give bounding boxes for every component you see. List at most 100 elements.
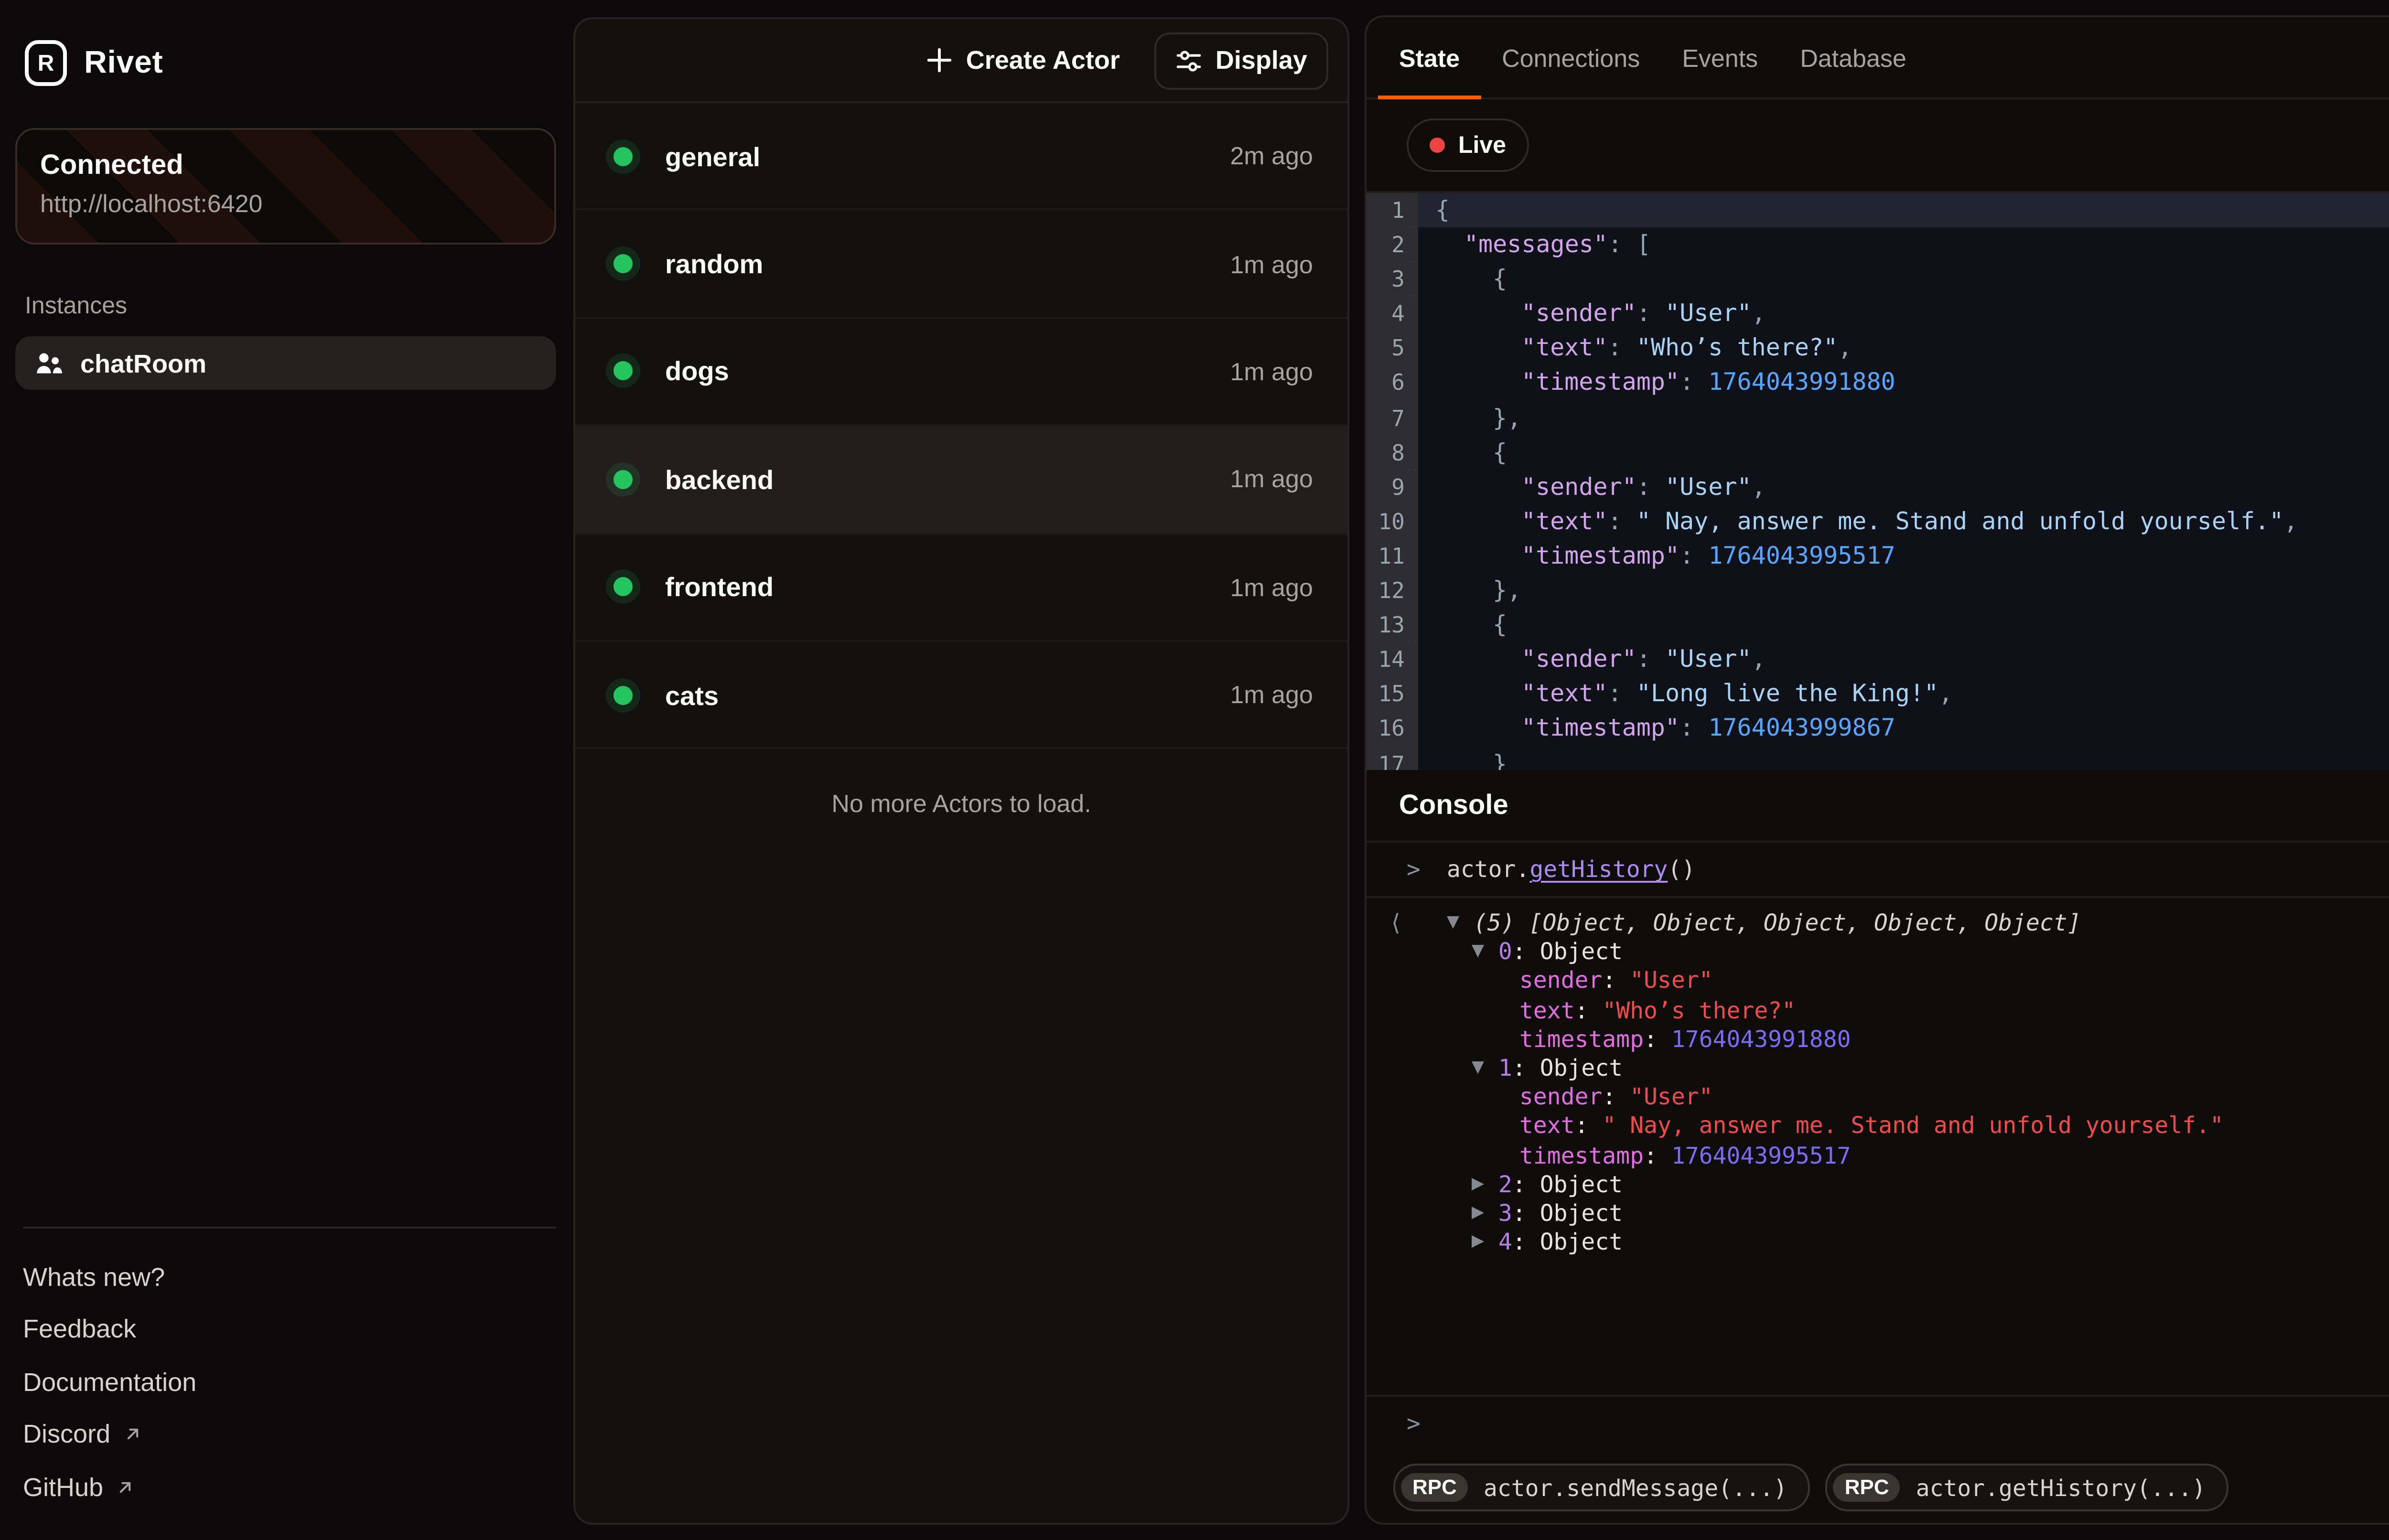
console-entry-0[interactable]: ▼0: Object: [1367, 939, 2389, 968]
code-text: {: [1418, 262, 2389, 297]
line-number[interactable]: 17: [1367, 746, 1418, 770]
triangle-right-icon[interactable]: ▶: [1472, 1229, 1489, 1258]
sidebar-link-github[interactable]: GitHub: [23, 1461, 556, 1513]
console-command-row: > actor.getHistory(): [1367, 843, 2389, 898]
actor-row-frontend[interactable]: frontend1m ago: [575, 534, 1347, 642]
rpc-label: actor.getHistory(...): [1916, 1474, 2206, 1501]
code-line: 11"timestamp": 1764043995517: [1367, 539, 2389, 573]
code-text: "text": "Who’s there?",: [1418, 332, 2389, 366]
triangle-down-icon[interactable]: ▼: [1447, 909, 1464, 939]
console-property: timestamp: 1764043995517: [1367, 1142, 2389, 1171]
console-output[interactable]: ⟨ ▼ (5) [Object, Object, Object, Object,…: [1367, 898, 2389, 1397]
token-pun: {: [1435, 195, 1450, 224]
entry-index: 3: [1498, 1200, 1512, 1229]
command-segment: actor.: [1447, 856, 1529, 883]
display-button[interactable]: Display: [1154, 32, 1328, 89]
sidebar-link-label: Discord: [23, 1420, 110, 1449]
line-number[interactable]: 3›: [1367, 262, 1418, 297]
line-number[interactable]: 7: [1367, 400, 1418, 435]
token-key: "timestamp": [1521, 541, 1679, 569]
status-dot-icon: [613, 362, 633, 381]
tab-database[interactable]: Database: [1779, 17, 1927, 97]
console-input-prompt[interactable]: >: [1367, 1410, 2389, 1437]
token-key: "messages": [1464, 229, 1608, 258]
live-badge[interactable]: Live: [1407, 118, 1529, 172]
actor-row-backend[interactable]: backend1m ago: [575, 427, 1347, 535]
inspector-tabs: StateConnectionsEventsDatabase Running: [1367, 17, 2389, 99]
token-pun: ,: [2284, 506, 2298, 535]
actor-last-seen: 1m ago: [1230, 573, 1313, 601]
live-label: Live: [1458, 132, 1506, 159]
line-number[interactable]: 10: [1367, 504, 1418, 538]
sidebar-link-documentation[interactable]: Documentation: [23, 1356, 556, 1408]
triangle-right-icon[interactable]: ▶: [1472, 1171, 1489, 1200]
property-key: timestamp: [1519, 1142, 1644, 1171]
code-text: "messages": [: [1418, 227, 2389, 262]
line-number[interactable]: 8›: [1367, 435, 1418, 470]
console-entry-4[interactable]: ▶4: Object: [1367, 1229, 2389, 1258]
console-entry-1[interactable]: ▼1: Object: [1367, 1055, 2389, 1084]
line-number[interactable]: 12: [1367, 573, 1418, 608]
code-line: 1› {: [1367, 193, 2389, 227]
line-number[interactable]: 13›: [1367, 608, 1418, 642]
sidebar-link-label: Whats new?: [23, 1262, 165, 1291]
token-num: 1764043991880: [1708, 368, 1895, 396]
property-value: 1764043995517: [1671, 1142, 1851, 1171]
token-pun: :: [1679, 541, 1708, 569]
property-key: sender: [1519, 1084, 1602, 1113]
actor-row-general[interactable]: general2m ago: [575, 103, 1347, 211]
code-text: "sender": "User",: [1418, 297, 2389, 331]
tab-connections[interactable]: Connections: [1481, 17, 1661, 97]
create-actor-button[interactable]: Create Actor: [928, 46, 1120, 75]
property-colon: :: [1602, 968, 1630, 997]
token-pun: ,: [1938, 679, 1953, 707]
code-text: "timestamp": 1764043999867: [1418, 712, 2389, 746]
actor-row-random[interactable]: random1m ago: [575, 211, 1347, 319]
sidebar-link-discord[interactable]: Discord: [23, 1408, 556, 1461]
line-number[interactable]: 11: [1367, 539, 1418, 573]
line-number[interactable]: 9: [1367, 470, 1418, 504]
console-result-row[interactable]: ⟨ ▼ (5) [Object, Object, Object, Object,…: [1367, 909, 2389, 939]
property-colon: :: [1575, 1112, 1603, 1142]
sidebar-item-chatroom[interactable]: chatRoom: [15, 336, 556, 390]
triangle-right-icon[interactable]: ▶: [1472, 1200, 1489, 1229]
code-text: }: [1418, 746, 2389, 770]
console-header[interactable]: Console: [1367, 770, 2389, 843]
token-pun: },: [1493, 575, 1521, 604]
state-json-editor[interactable]: 1›{2›"messages": [3›{4"sender": "User",5…: [1367, 193, 2389, 770]
rpc-suggestion-button[interactable]: RPCactor.getHistory(...): [1826, 1464, 2229, 1511]
console-entry-2[interactable]: ▶2: Object: [1367, 1171, 2389, 1200]
code-text: "text": " Nay, answer me. Stand and unfo…: [1418, 504, 2389, 538]
rpc-label: actor.sendMessage(...): [1484, 1474, 1787, 1501]
actor-row-dogs[interactable]: dogs1m ago: [575, 319, 1347, 427]
line-number[interactable]: 15: [1367, 677, 1418, 711]
entry-label: : Object: [1512, 1200, 1623, 1229]
return-chevron-icon: ⟨: [1391, 909, 1447, 939]
token-key: "text": [1521, 506, 1608, 535]
sidebar-link-feedback[interactable]: Feedback: [23, 1303, 556, 1356]
triangle-down-icon[interactable]: ▼: [1472, 939, 1489, 968]
console-input-area[interactable]: > RPC actor.sendMessage(...) RPCactor.getH…: [1367, 1397, 2389, 1523]
console-entry-3[interactable]: ▶ 3: Object: [1367, 1200, 2389, 1229]
status-dot-icon: [613, 578, 633, 597]
line-number[interactable]: 5: [1367, 332, 1418, 366]
line-number[interactable]: 6: [1367, 366, 1418, 400]
tab-state[interactable]: State: [1378, 17, 1481, 97]
actors-panel: Create Actor Display general2m agorandom…: [573, 17, 1349, 1525]
sidebar: R Rivet Connected http://localhost:6420 …: [0, 0, 573, 1540]
sidebar-link-whatsnew[interactable]: Whats new?: [23, 1251, 556, 1303]
actor-row-cats[interactable]: cats1m ago: [575, 642, 1347, 750]
token-str: "User": [1665, 471, 1752, 500]
line-number[interactable]: 1›: [1367, 193, 1418, 227]
rpc-suggestions: RPC actor.sendMessage(...) RPCactor.getHis…: [1367, 1464, 2389, 1511]
line-number[interactable]: 16: [1367, 712, 1418, 746]
code-line: 15"text": "Long live the King!",: [1367, 677, 2389, 711]
line-number[interactable]: 2›: [1367, 227, 1418, 262]
line-number[interactable]: 14: [1367, 642, 1418, 677]
line-number[interactable]: 4: [1367, 297, 1418, 331]
tab-events[interactable]: Events: [1661, 17, 1779, 97]
rpc-suggestion-button[interactable]: RPC actor.sendMessage(...): [1393, 1464, 1810, 1511]
rpc-badge: RPC: [1401, 1473, 1468, 1502]
triangle-down-icon[interactable]: ▼: [1472, 1055, 1489, 1084]
code-line: 13›{: [1367, 608, 2389, 642]
